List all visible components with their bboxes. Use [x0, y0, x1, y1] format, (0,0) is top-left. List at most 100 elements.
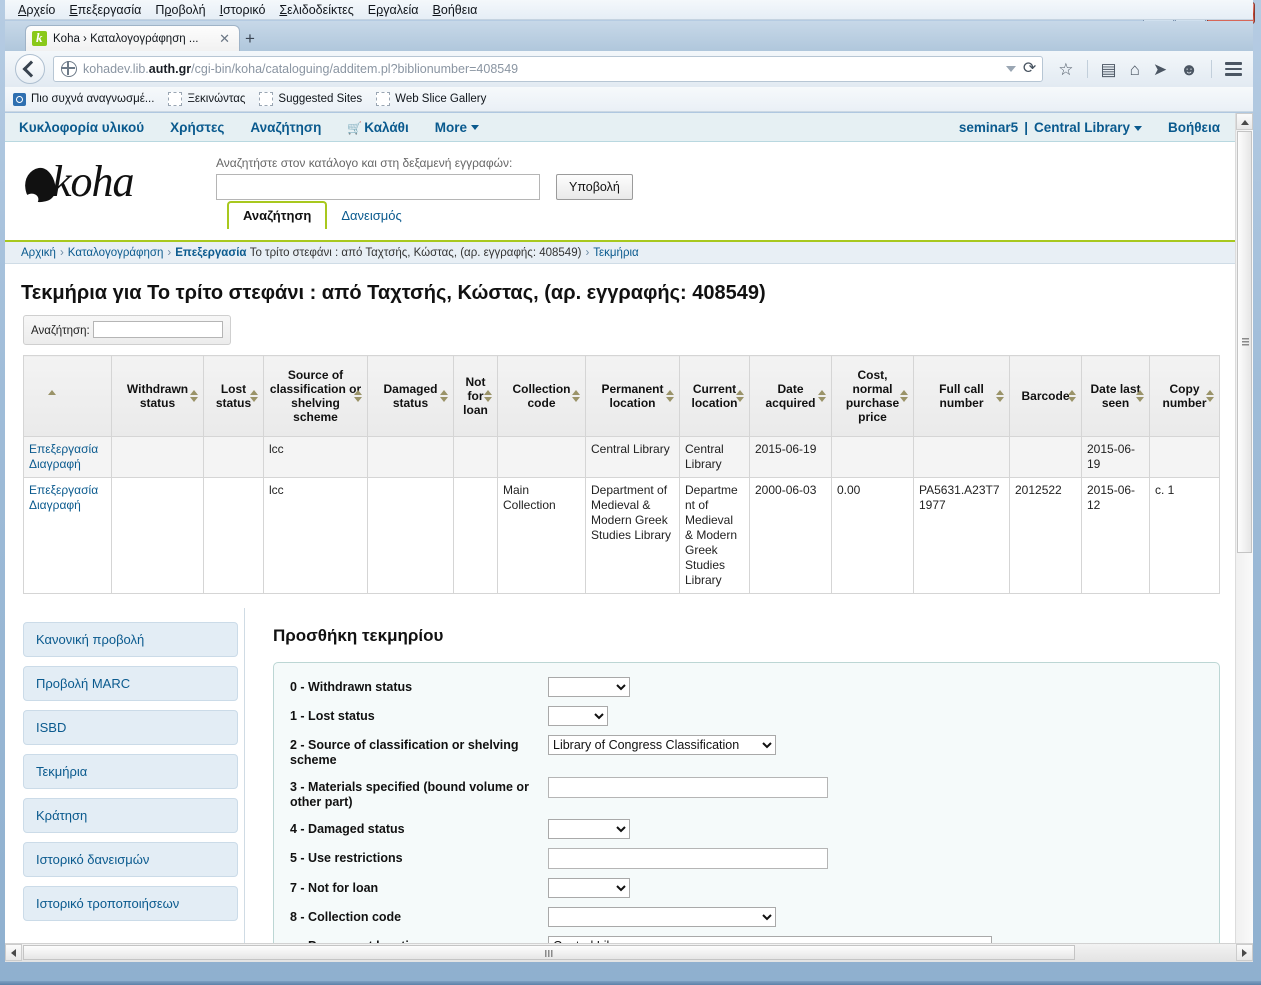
menu-help[interactable]: Βοήθεια — [426, 1, 485, 19]
scroll-left-button[interactable] — [5, 944, 22, 961]
bookmark-getting-started[interactable]: Ξεκινώντας — [168, 92, 245, 106]
table-filter-input[interactable] — [92, 321, 223, 339]
col-source-of-classification[interactable]: Source of classification or shelving sch… — [263, 355, 368, 437]
col-full-call-number[interactable]: Full call number — [913, 355, 1010, 437]
tab-close-icon[interactable]: ✕ — [216, 31, 233, 47]
menu-edit[interactable]: Επεξεργασία — [62, 1, 148, 19]
damaged-status-select[interactable] — [548, 819, 630, 839]
cell-date-acquired: 2000-06-03 — [749, 477, 832, 594]
col-cost[interactable]: Cost, normal purchase price — [831, 355, 914, 437]
col-barcode[interactable]: Barcode — [1009, 355, 1082, 437]
horizontal-scroll-thumb[interactable] — [23, 945, 1075, 960]
field-label: 4 - Damaged status — [290, 822, 405, 836]
sidebar-item-normal-view[interactable]: Κανονική προβολή — [23, 622, 238, 657]
menu-file[interactable]: Αρχείο — [11, 1, 62, 19]
nav-help[interactable]: Βοήθεια — [1168, 120, 1220, 135]
browser-tab[interactable]: Koha › Καταλογογράφηση ... ✕ — [25, 25, 240, 51]
nav-cart[interactable]: 🛒 Καλάθι — [347, 120, 408, 135]
col-withdrawn-status[interactable]: Withdrawn status — [111, 355, 204, 437]
sidebar-item-checkout-history[interactable]: Ιστορικό δανεισμών — [23, 842, 238, 877]
col-date-acquired[interactable]: Date acquired — [749, 355, 832, 437]
chevron-down-icon[interactable] — [1005, 66, 1016, 72]
reading-list-icon[interactable]: ▤ — [1101, 61, 1117, 78]
add-item-panel: Προσθήκη τεκμηρίου 0 - Withdrawn status … — [245, 608, 1236, 962]
horizontal-scrollbar[interactable] — [5, 943, 1253, 962]
menu-bookmarks[interactable]: Σελιδοδείκτες — [272, 1, 360, 19]
col-current-location[interactable]: Current location — [679, 355, 750, 437]
home-icon[interactable]: ⌂ — [1130, 61, 1140, 78]
use-restrictions-input[interactable] — [548, 848, 828, 869]
edit-item-link[interactable]: Επεξεργασία — [29, 442, 106, 457]
field-label: 1 - Lost status — [290, 709, 375, 723]
new-tab-button[interactable]: + — [245, 29, 255, 49]
menu-icon[interactable] — [1225, 62, 1242, 76]
current-library[interactable]: Central Library — [1034, 120, 1142, 135]
col-damaged-status[interactable]: Damaged status — [367, 355, 454, 437]
header-accent-rule — [5, 240, 1236, 242]
nav-patrons[interactable]: Χρήστες — [170, 120, 224, 135]
col-copy-number[interactable]: Copy number — [1149, 355, 1220, 437]
menu-view[interactable]: Προβολή — [148, 1, 212, 19]
col-permanent-location[interactable]: Permanent location — [585, 355, 680, 437]
sidebar-item-items[interactable]: Τεκμήρια — [23, 754, 238, 789]
page-vertical-scrollbar[interactable] — [1235, 113, 1253, 962]
scroll-thumb[interactable] — [1237, 131, 1252, 553]
row-actions: Επεξεργασία Διαγραφή — [23, 477, 112, 594]
scroll-up-button[interactable] — [1236, 113, 1253, 130]
breadcrumb-separator: › — [585, 246, 590, 259]
lost-status-select[interactable] — [548, 706, 608, 726]
bookmark-label: Ξεκινώντας — [187, 93, 246, 105]
reload-icon[interactable]: ⟳ — [1023, 61, 1036, 77]
materials-specified-input[interactable] — [548, 777, 828, 798]
breadcrumb-cataloguing[interactable]: Καταλογογράφηση — [68, 247, 164, 259]
scroll-right-button[interactable] — [1236, 944, 1253, 961]
col-lost-status[interactable]: Lost status — [203, 355, 264, 437]
nav-search[interactable]: Αναζήτηση — [250, 120, 321, 135]
collection-code-select[interactable] — [548, 907, 776, 927]
nav-more[interactable]: More — [435, 120, 479, 135]
withdrawn-status-select[interactable] — [548, 677, 630, 697]
current-user[interactable]: seminar5 — [959, 120, 1018, 135]
back-button[interactable] — [15, 54, 45, 84]
col-collection-code[interactable]: Collection code — [497, 355, 586, 437]
sidebar-item-isbd[interactable]: ISBD — [23, 710, 238, 745]
breadcrumb-items[interactable]: Τεκμήρια — [593, 247, 638, 259]
address-bar[interactable]: kohadev.lib.auth.gr/cgi-bin/koha/catalog… — [53, 56, 1044, 82]
tab-search[interactable]: Αναζήτηση — [227, 201, 328, 229]
col-not-for-loan[interactable]: Not for loan — [453, 355, 498, 437]
chat-icon[interactable]: ☻ — [1180, 61, 1198, 78]
delete-item-link[interactable]: Διαγραφή — [29, 457, 106, 472]
send-icon[interactable]: ➤ — [1153, 61, 1167, 78]
sidebar-item-holds[interactable]: Κράτηση — [23, 798, 238, 833]
catalog-search-input[interactable] — [216, 174, 540, 200]
breadcrumb-edit[interactable]: Επεξεργασία — [175, 247, 246, 259]
sidebar-item-modification-log[interactable]: Ιστορικό τροποποιήσεων — [23, 886, 238, 921]
koha-main-nav: Κυκλοφορία υλικού Χρήστες Αναζήτηση 🛒 Καλ… — [5, 113, 1236, 142]
breadcrumb-home[interactable]: Αρχική — [21, 247, 56, 259]
tab-checkout[interactable]: Δανεισμός — [327, 203, 415, 229]
koha-page: Κυκλοφορία υλικού Χρήστες Αναζήτηση 🛒 Καλ… — [5, 113, 1236, 962]
menu-history[interactable]: Ιστορικό — [213, 1, 273, 19]
koha-logo[interactable]: koha — [22, 156, 135, 207]
menu-tools[interactable]: Εργαλεία — [361, 1, 426, 19]
bookmark-most-visited[interactable]: Πιο συχνά αναγνωσμέ... — [13, 92, 154, 106]
chevron-down-icon — [1134, 125, 1142, 131]
navigation-toolbar: kohadev.lib.auth.gr/cgi-bin/koha/catalog… — [5, 51, 1253, 88]
cell-copy-number — [1149, 436, 1220, 478]
star-icon[interactable]: ☆ — [1058, 61, 1073, 78]
catalog-search-submit[interactable]: Υποβολή — [556, 174, 633, 200]
col-actions[interactable] — [23, 355, 112, 437]
source-of-classification-select[interactable]: Library of Congress Classification — [548, 735, 776, 755]
items-table-header-row: Withdrawn status Lost status Source of c… — [23, 355, 1220, 437]
nav-circulation[interactable]: Κυκλοφορία υλικού — [19, 120, 144, 135]
edit-item-link[interactable]: Επεξεργασία — [29, 483, 106, 498]
field-label: 5 - Use restrictions — [290, 851, 403, 865]
not-for-loan-select[interactable] — [548, 878, 630, 898]
bookmark-suggested-sites[interactable]: Suggested Sites — [259, 92, 362, 106]
sidebar-item-marc-view[interactable]: Προβολή MARC — [23, 666, 238, 701]
bookmark-web-slice-gallery[interactable]: Web Slice Gallery — [376, 92, 486, 106]
delete-item-link[interactable]: Διαγραφή — [29, 498, 106, 513]
page-title: Τεκμήρια για Το τρίτο στεφάνι : από Ταχτ… — [21, 282, 766, 304]
col-date-last-seen[interactable]: Date last seen — [1081, 355, 1150, 437]
cell-cost: 0.00 — [831, 477, 914, 594]
